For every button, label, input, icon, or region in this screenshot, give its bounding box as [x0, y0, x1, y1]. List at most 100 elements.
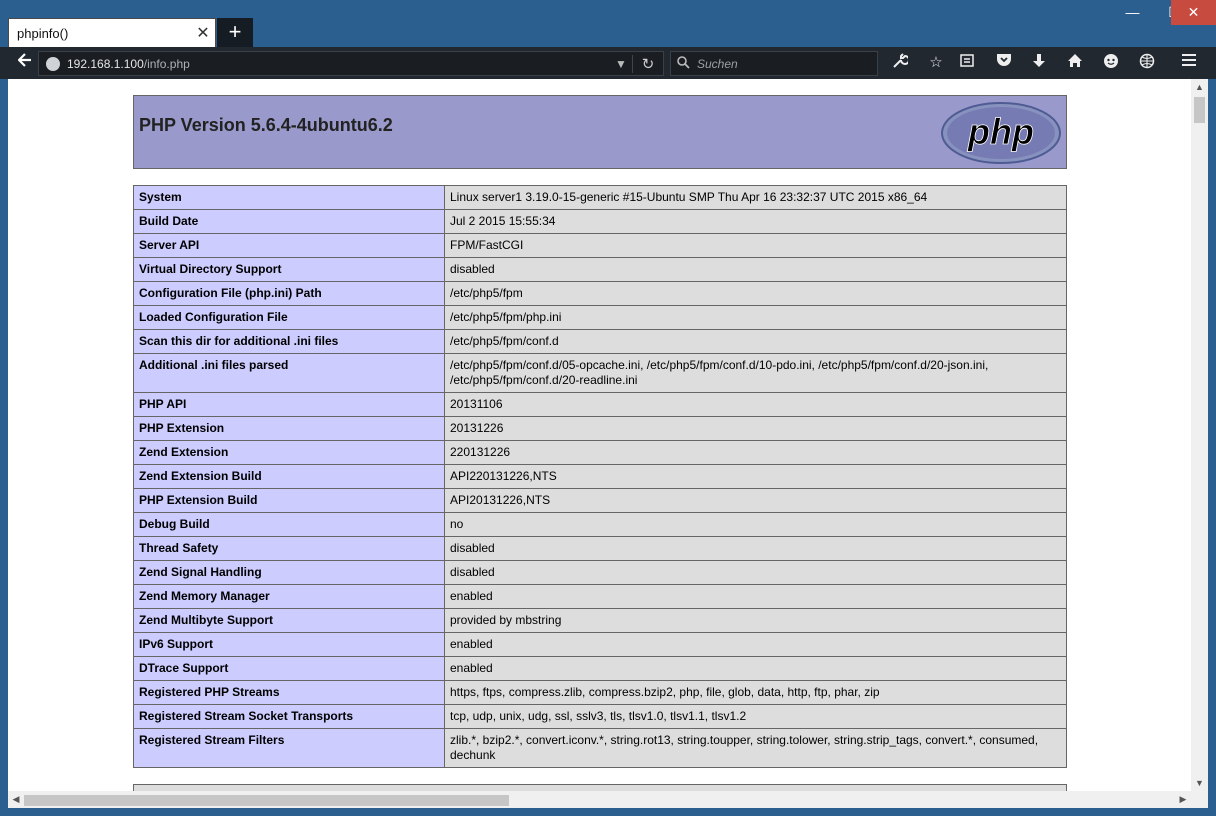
- history-dropdown-icon[interactable]: ▼: [610, 57, 632, 71]
- table-row: Virtual Directory Support disabled: [133, 257, 1067, 282]
- chat-icon[interactable]: [1099, 53, 1123, 73]
- table-row: Build Date Jul 2 2015 15:55:34: [133, 209, 1067, 234]
- table-row: PHP API 20131106: [133, 392, 1067, 417]
- row-value: https, ftps, compress.zlib, compress.bzi…: [444, 680, 1067, 705]
- row-value: /etc/php5/fpm/php.ini: [444, 305, 1067, 330]
- row-value: disabled: [444, 257, 1067, 282]
- table-row: Configuration File (php.ini) Path/etc/ph…: [133, 281, 1067, 306]
- row-key: Thread Safety: [133, 536, 445, 561]
- row-value: disabled: [444, 536, 1067, 561]
- row-key: Virtual Directory Support: [133, 257, 445, 282]
- pocket-icon[interactable]: [992, 53, 1016, 73]
- new-tab-button[interactable]: +: [217, 18, 253, 47]
- php-logo: php: [941, 102, 1061, 164]
- row-key: Build Date: [133, 209, 445, 234]
- row-key: Zend Multibyte Support: [133, 608, 445, 633]
- row-key: Registered Stream Filters: [133, 728, 445, 768]
- row-key: Registered PHP Streams: [133, 680, 445, 705]
- table-row: PHP Extension Build API20131226,NTS: [133, 488, 1067, 513]
- minimize-icon[interactable]: —: [1110, 0, 1155, 25]
- row-key: PHP Extension Build: [133, 488, 445, 513]
- php-version-header: PHP Version 5.6.4-4ubuntu6.2 php: [133, 95, 1067, 169]
- row-key: Zend Extension: [133, 440, 445, 465]
- row-value: tcp, udp, unix, udg, ssl, sslv3, tls, tl…: [444, 704, 1067, 729]
- table-row: Server API FPM/FastCGI: [133, 233, 1067, 258]
- row-value: 20131226: [444, 416, 1067, 441]
- row-key: Configuration File (php.ini) Path: [133, 281, 445, 306]
- reload-icon[interactable]: ↻: [633, 55, 663, 73]
- vertical-scrollbar[interactable]: ▲ ▼: [1191, 79, 1208, 791]
- globe-icon: [46, 56, 60, 71]
- row-key: Server API: [133, 233, 445, 258]
- row-key: Zend Signal Handling: [133, 560, 445, 585]
- row-key: Debug Build: [133, 512, 445, 537]
- table-row: Zend Memory Manager enabled: [133, 584, 1067, 609]
- table-row: Scan this dir for additional .ini files /…: [133, 329, 1067, 354]
- row-value: no: [444, 512, 1067, 537]
- table-row: System Linux server1 3.19.0-15-generic #1…: [133, 185, 1067, 210]
- wrench-icon[interactable]: [888, 53, 912, 73]
- browser-window: phpinfo() ✕ + — ☐ ✕ 192.168.1.100/info.p…: [0, 0, 1216, 816]
- row-key: Loaded Configuration File: [133, 305, 445, 330]
- row-key: IPv6 Support: [133, 632, 445, 657]
- table-row: Zend Extension Build API220131226,NTS: [133, 464, 1067, 489]
- menu-icon[interactable]: [1177, 53, 1201, 73]
- reading-list-icon[interactable]: [955, 53, 979, 73]
- scroll-right-icon[interactable]: ▶: [1175, 791, 1191, 808]
- row-key: Scan this dir for additional .ini files: [133, 329, 445, 354]
- search-icon: [671, 55, 695, 72]
- row-value: 20131106: [444, 392, 1067, 417]
- table-row: IPv6 Support enabled: [133, 632, 1067, 657]
- row-value: enabled: [444, 656, 1067, 681]
- close-tab-icon[interactable]: ✕: [191, 23, 215, 43]
- table-row: Registered PHP Streams https, ftps, compr…: [133, 680, 1067, 705]
- scroll-left-icon[interactable]: ◀: [8, 791, 24, 808]
- row-key: System: [133, 185, 445, 210]
- vertical-scroll-thumb[interactable]: [1194, 97, 1205, 123]
- row-value: FPM/FastCGI: [444, 233, 1067, 258]
- home-icon[interactable]: [1063, 53, 1087, 73]
- row-value: enabled: [444, 584, 1067, 609]
- row-value: disabled: [444, 560, 1067, 585]
- url-path: /info.php: [143, 56, 190, 71]
- table-row: DTrace Support enabled: [133, 656, 1067, 681]
- table-row: Zend Signal Handling disabled: [133, 560, 1067, 585]
- row-key: Additional .ini files parsed: [133, 353, 445, 393]
- title-bar: phpinfo() ✕ + — ☐ ✕: [0, 0, 1216, 47]
- download-icon[interactable]: [1027, 53, 1051, 73]
- table-row: Thread Safety disabled: [133, 536, 1067, 561]
- row-key: Zend Extension Build: [133, 464, 445, 489]
- url-text[interactable]: 192.168.1.100/info.php: [67, 57, 610, 71]
- row-value: enabled: [444, 632, 1067, 657]
- row-value: API20131226,NTS: [444, 488, 1067, 513]
- table-row: PHP Extension 20131226: [133, 416, 1067, 441]
- back-arrow-icon[interactable]: [12, 53, 38, 73]
- row-key: Zend Memory Manager: [133, 584, 445, 609]
- search-bar[interactable]: [670, 51, 878, 76]
- row-value: /etc/php5/fpm/conf.d/05-opcache.ini, /et…: [444, 353, 1067, 393]
- page-viewport: PHP Version 5.6.4-4ubuntu6.2 php System L…: [8, 79, 1208, 808]
- row-key: Registered Stream Socket Transports: [133, 704, 445, 729]
- table-row: Registered Stream Socket Transports tcp, …: [133, 704, 1067, 729]
- row-value: Jul 2 2015 15:55:34: [444, 209, 1067, 234]
- php-info-table-body: System Linux server1 3.19.0-15-generic #1…: [133, 185, 1067, 768]
- php-info-table: System Linux server1 3.19.0-15-generic #1…: [133, 185, 1067, 768]
- search-input[interactable]: [695, 55, 877, 72]
- scroll-up-icon[interactable]: ▲: [1191, 79, 1208, 95]
- row-value: Linux server1 3.19.0-15-generic #15-Ubun…: [444, 185, 1067, 210]
- horizontal-scroll-thumb[interactable]: [24, 795, 509, 806]
- url-bar[interactable]: 192.168.1.100/info.php ▼ ↻: [38, 51, 664, 76]
- web-icon[interactable]: [1135, 53, 1159, 73]
- horizontal-scrollbar[interactable]: ◀ ▶: [8, 791, 1208, 808]
- scroll-down-icon[interactable]: ▼: [1191, 775, 1208, 791]
- row-value: 220131226: [444, 440, 1067, 465]
- row-value: provided by mbstring: [444, 608, 1067, 633]
- table-row: Zend Multibyte Support provided by mbstri…: [133, 608, 1067, 633]
- window-close-icon[interactable]: ✕: [1171, 0, 1216, 25]
- row-key: PHP API: [133, 392, 445, 417]
- page-title: PHP Version 5.6.4-4ubuntu6.2: [139, 115, 393, 135]
- php-logo-text: php: [967, 111, 1034, 152]
- row-key: DTrace Support: [133, 656, 445, 681]
- tab-phpinfo[interactable]: phpinfo() ✕: [8, 18, 216, 47]
- bookmark-star-icon[interactable]: ☆: [924, 53, 948, 73]
